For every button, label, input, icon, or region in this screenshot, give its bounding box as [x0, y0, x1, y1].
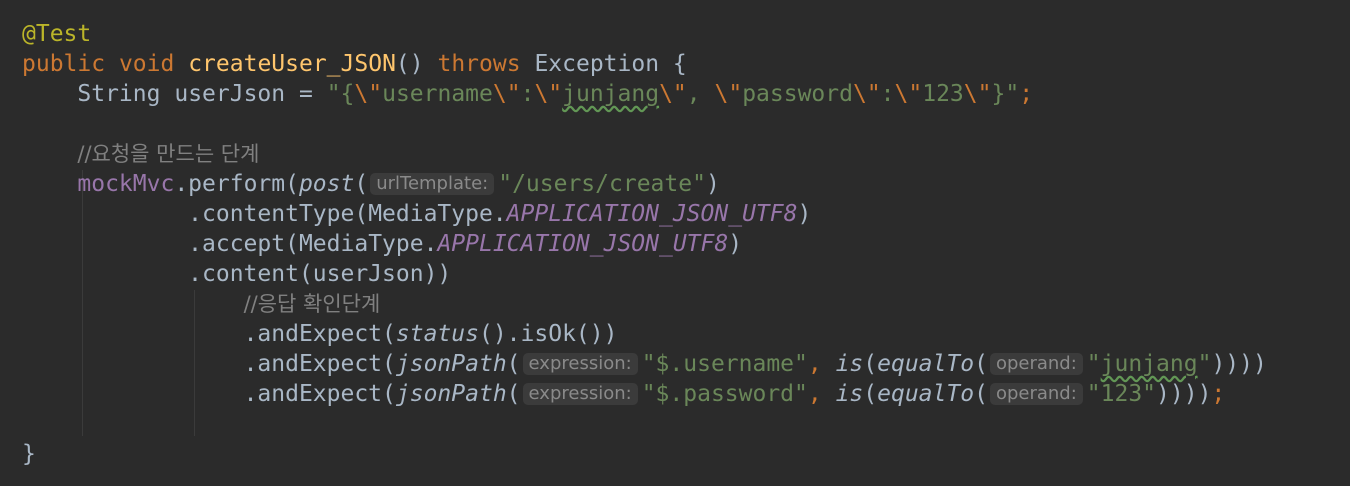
- keyword-public: public: [22, 51, 106, 77]
- const-application-json-utf8[interactable]: APPLICATION_JSON_UTF8: [507, 201, 798, 227]
- code-line-12[interactable]: .andExpect(jsonPath(expression: "$.userna…: [22, 349, 1267, 379]
- jsonpath-call[interactable]: jsonPath: [396, 351, 507, 377]
- inlay-hint-expression: expression:: [522, 383, 638, 405]
- inlay-hint-operand: operand:: [989, 353, 1083, 375]
- escape-quote: \": [659, 81, 687, 107]
- code-line-6[interactable]: mockMvc.perform(post(urlTemplate: "/users…: [22, 169, 720, 199]
- string-123: 123: [922, 81, 964, 107]
- paren-close: ): [797, 201, 812, 227]
- code-line-7[interactable]: .contentType(MediaType.APPLICATION_JSON_…: [22, 199, 811, 229]
- string-open: "{: [326, 81, 355, 107]
- inlay-hint-operand: operand:: [989, 383, 1083, 405]
- string-colon: :: [520, 81, 535, 107]
- string-username: username: [382, 81, 493, 107]
- escape-quote: \": [354, 81, 383, 107]
- is-call[interactable]: is: [836, 381, 864, 407]
- code-line-10[interactable]: //응답 확인단계: [22, 289, 381, 319]
- inlay-hint-expression: expression:: [522, 353, 638, 375]
- string-password-path: "$.password": [641, 381, 808, 407]
- code-line-13[interactable]: .andExpect(jsonPath(expression: "$.passwo…: [22, 379, 1226, 409]
- code-line-2[interactable]: public void createUser_JSON() throws Exc…: [22, 49, 687, 79]
- comment-response-step: //응답 확인단계: [243, 292, 381, 316]
- string-quote: ": [1197, 351, 1212, 377]
- code-line-9[interactable]: .content(userJson)): [22, 259, 451, 289]
- escape-quote: \": [534, 81, 563, 107]
- isok-call[interactable]: ().isOk()): [479, 321, 617, 347]
- escape-quote: \": [852, 81, 881, 107]
- method-brace-close: }: [22, 441, 36, 467]
- escape-quote: \": [894, 81, 923, 107]
- mediatype-class[interactable]: MediaType.: [299, 231, 437, 257]
- paren-open: (: [863, 351, 878, 377]
- exception-type[interactable]: Exception: [534, 51, 659, 77]
- paren-open: (: [974, 351, 988, 377]
- method-parens: (): [395, 51, 424, 77]
- string-close: }": [991, 81, 1020, 107]
- string-users-create: "/users/create": [498, 171, 706, 197]
- string-123-literal: "123": [1086, 381, 1157, 407]
- contenttype-call[interactable]: .contentType(: [188, 201, 368, 227]
- code-line-3[interactable]: String userJson = "{\"username\":\"junja…: [22, 79, 1033, 109]
- comma: ,: [807, 351, 836, 377]
- semicolon: ;: [1211, 381, 1226, 407]
- mediatype-class[interactable]: MediaType.: [368, 201, 506, 227]
- comma: ,: [807, 381, 836, 407]
- string-junjang-typo: junjang: [1100, 351, 1198, 377]
- string-username-path: "$.username": [641, 351, 808, 377]
- equalto-call[interactable]: equalTo: [877, 351, 974, 377]
- userjson-declaration[interactable]: userJson =: [174, 81, 312, 107]
- status-call[interactable]: status: [396, 321, 479, 347]
- string-comma: ,: [686, 81, 715, 107]
- andexpect-call[interactable]: .andExpect(: [244, 381, 396, 407]
- paren-close: ): [705, 171, 720, 197]
- closing-parens: )))): [1156, 381, 1212, 407]
- andexpect-call[interactable]: .andExpect(: [244, 321, 396, 347]
- const-application-json-utf8[interactable]: APPLICATION_JSON_UTF8: [437, 231, 728, 257]
- content-call[interactable]: .content(userJson)): [188, 261, 451, 287]
- escape-quote: \": [714, 81, 743, 107]
- string-quote: ": [1086, 351, 1101, 377]
- keyword-throws: throws: [437, 51, 521, 77]
- code-line-5[interactable]: //요청을 만드는 단계: [22, 139, 259, 169]
- code-line-8[interactable]: .accept(MediaType.APPLICATION_JSON_UTF8): [22, 229, 742, 259]
- perform-call[interactable]: .perform(: [174, 171, 299, 197]
- semicolon: ;: [1019, 81, 1034, 107]
- inlay-hint-urltemplate: urlTemplate:: [370, 173, 495, 195]
- string-type[interactable]: String: [77, 81, 160, 107]
- comment-request-step: //요청을 만드는 단계: [77, 142, 260, 166]
- jsonpath-call[interactable]: jsonPath: [396, 381, 507, 407]
- paren-open: (: [974, 381, 988, 407]
- code-line-1[interactable]: @Test: [22, 19, 91, 49]
- mockmvc-field[interactable]: mockMvc: [77, 171, 174, 197]
- string-junjang-typo: junjang: [562, 81, 660, 107]
- string-password: password: [742, 81, 853, 107]
- paren-open: (: [506, 381, 521, 407]
- paren-open: (: [506, 351, 521, 377]
- accept-call[interactable]: .accept(: [188, 231, 299, 257]
- is-call[interactable]: is: [836, 351, 864, 377]
- method-brace-open: {: [672, 51, 687, 77]
- paren-close: ): [728, 231, 743, 257]
- string-colon: :: [880, 81, 895, 107]
- post-call[interactable]: post: [299, 171, 354, 197]
- annotation-test: @Test: [22, 21, 92, 47]
- paren-open: (: [863, 381, 878, 407]
- code-line-11[interactable]: .andExpect(status().isOk()): [22, 319, 618, 349]
- escape-quote: \": [492, 81, 521, 107]
- andexpect-call[interactable]: .andExpect(: [244, 351, 396, 377]
- escape-quote: \": [963, 81, 992, 107]
- code-line-15[interactable]: }: [22, 439, 36, 469]
- paren-open: (: [354, 171, 369, 197]
- method-name[interactable]: createUser_JSON: [188, 51, 396, 77]
- equalto-call[interactable]: equalTo: [877, 381, 974, 407]
- code-editor[interactable]: @Test public void createUser_JSON() thro…: [0, 0, 1350, 486]
- closing-parens: )))): [1211, 351, 1267, 377]
- keyword-void: void: [118, 51, 175, 77]
